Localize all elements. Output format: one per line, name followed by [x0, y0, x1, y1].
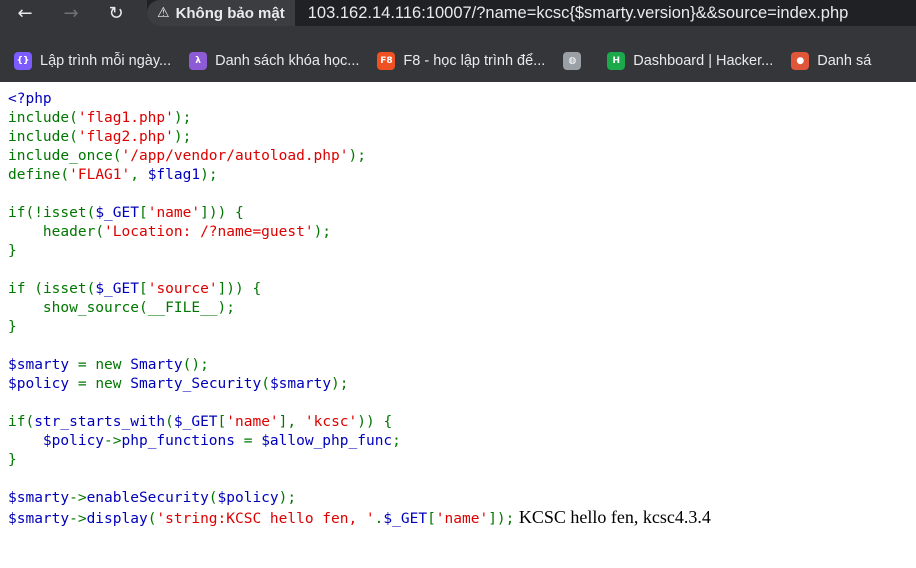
f8-logo-icon: F8: [377, 52, 396, 70]
code-line: if(str_starts_with($_GET['name'], 'kcsc'…: [8, 414, 393, 430]
browser-toolbar: ← → ↻ ⚠ Không bảo mật 103.162.14.116:100…: [0, 0, 916, 40]
code-line: if (isset($_GET['source'])) {: [8, 281, 262, 297]
forward-arrow-icon[interactable]: →: [56, 0, 86, 26]
code-line: $policy = new Smarty_Security($smarty);: [8, 376, 349, 392]
code-line: include('flag2.php');: [8, 129, 192, 145]
person-icon: ●: [791, 52, 810, 70]
bookmark-item[interactable]: H Dashboard | Hacker...: [607, 52, 773, 70]
bookmark-item[interactable]: {} Lập trình mỗi ngày...: [14, 52, 171, 70]
code-line: include('flag1.php');: [8, 110, 192, 126]
browser-chrome: ← → ↻ ⚠ Không bảo mật 103.162.14.116:100…: [0, 0, 916, 82]
url-text[interactable]: 103.162.14.116:10007/?name=kcsc{$smarty.…: [308, 4, 849, 23]
code-line: define('FLAG1', $flag1);: [8, 167, 218, 183]
php-source-code: <?php include('flag1.php'); include('fla…: [0, 90, 711, 529]
lambda-icon: λ: [189, 52, 208, 70]
code-line: include_once('/app/vendor/autoload.php')…: [8, 148, 366, 164]
code-line: $smarty = new Smarty();: [8, 357, 209, 373]
bookmark-item[interactable]: λ Danh sách khóa học...: [189, 52, 359, 70]
braces-icon: {}: [14, 52, 32, 70]
code-line: show_source(__FILE__);: [42, 300, 235, 316]
bookmark-item[interactable]: ◍: [563, 52, 589, 70]
bookmark-item[interactable]: ● Danh sá: [791, 52, 871, 70]
code-line: $policy->php_functions = $allow_php_func…: [42, 433, 401, 449]
bookmark-item[interactable]: F8 F8 - học lập trình để...: [377, 52, 545, 70]
code-line: }: [8, 452, 17, 468]
warning-triangle-icon: ⚠: [157, 5, 170, 21]
globe-icon: ◍: [563, 52, 582, 70]
hackerrank-icon: H: [607, 52, 626, 70]
security-label: Không bảo mật: [175, 4, 285, 22]
reload-icon[interactable]: ↻: [101, 0, 131, 26]
address-bar[interactable]: ⚠ Không bảo mật 103.162.14.116:10007/?na…: [147, 0, 916, 26]
back-arrow-icon[interactable]: ←: [10, 0, 40, 26]
code-line: <?php: [8, 91, 52, 107]
bookmark-label: Lập trình mỗi ngày...: [40, 53, 172, 69]
bookmark-label: Danh sá: [817, 53, 872, 69]
security-chip[interactable]: ⚠ Không bảo mật: [147, 0, 295, 26]
code-line: header('Location: /?name=guest');: [42, 224, 332, 240]
bookmarks-bar: {} Lập trình mỗi ngày... λ Danh sách khóa h…: [0, 40, 916, 82]
bookmark-label: F8 - học lập trình để...: [403, 53, 546, 69]
bookmark-label: Dashboard | Hacker...: [633, 53, 774, 69]
rendered-output: KCSC hello fen, kcsc4.3.4: [514, 507, 711, 527]
code-line: if(!isset($_GET['name'])) {: [8, 205, 244, 221]
code-line: $smarty->enableSecurity($policy);: [8, 490, 297, 506]
code-line: }: [8, 243, 17, 259]
code-line: $smarty->display('string:KCSC hello fen,…: [8, 511, 515, 527]
bookmark-label: Danh sách khóa học...: [215, 53, 360, 69]
code-line: }: [8, 319, 17, 335]
